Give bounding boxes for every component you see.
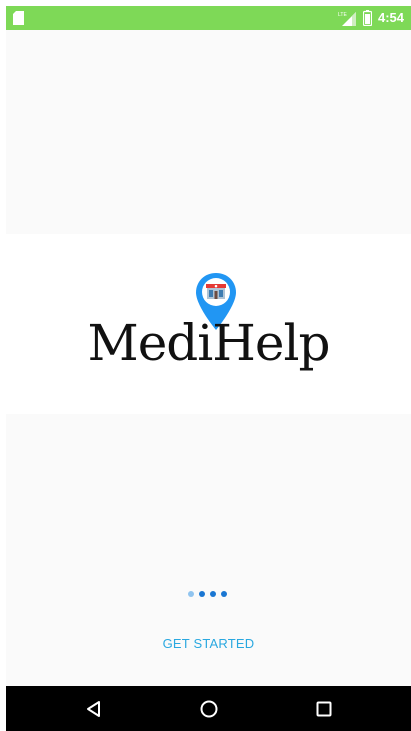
app-logo-text: MediHelp <box>87 314 331 372</box>
onboarding-screen: LTE 4:54 MediHelp GET STARTED <box>6 6 411 731</box>
page-dot-1[interactable] <box>188 591 194 597</box>
get-started-button[interactable]: GET STARTED <box>6 636 411 651</box>
logo-band: MediHelp <box>6 234 411 414</box>
network-type-label: LTE <box>338 12 347 18</box>
sd-card-icon <box>13 11 24 25</box>
recents-button[interactable] <box>294 686 354 731</box>
home-button[interactable] <box>179 686 239 731</box>
page-dot-4[interactable] <box>221 591 227 597</box>
status-time: 4:54 <box>378 10 405 25</box>
back-icon <box>87 700 100 717</box>
battery-icon <box>363 10 372 26</box>
page-dot-3[interactable] <box>210 591 216 597</box>
page-dot-2[interactable] <box>199 591 205 597</box>
signal-icon: LTE <box>338 12 356 26</box>
page-indicator <box>188 591 227 599</box>
status-bar: LTE 4:54 <box>6 6 411 30</box>
home-icon <box>200 700 218 717</box>
recents-icon <box>316 701 332 716</box>
navigation-bar <box>6 686 411 731</box>
back-button[interactable] <box>64 686 124 731</box>
